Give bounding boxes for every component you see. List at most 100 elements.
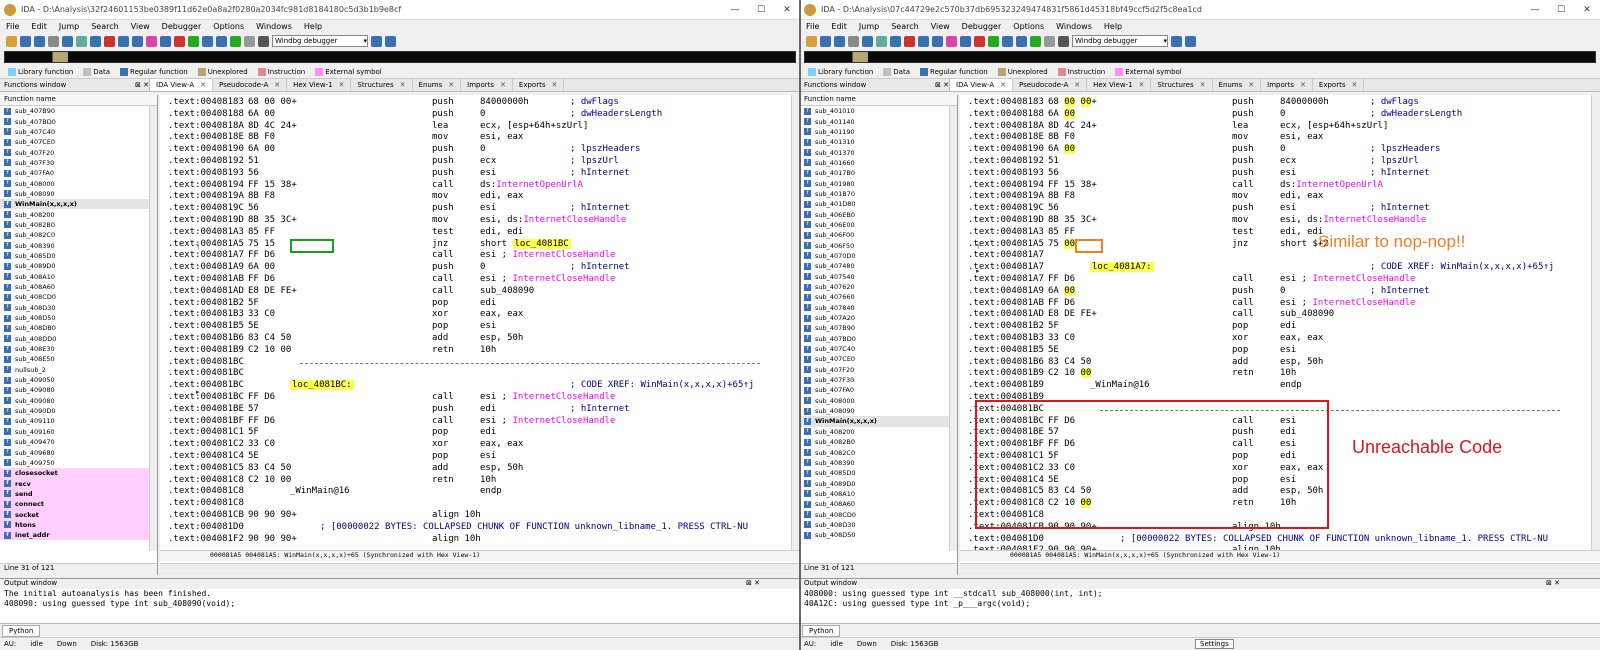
tab-enums[interactable]: Enums ✕ <box>413 79 462 91</box>
code-line[interactable]: .text:004081AB FF D6 call esi ; InternetClo… <box>960 298 1580 310</box>
close-icon[interactable]: ✕ <box>200 81 206 89</box>
function-list-item[interactable]: f sub_408A10 <box>800 489 957 499</box>
code-line[interactable]: .text:0040818E 8B F0 mov esi, eax <box>160 132 780 144</box>
code-line[interactable]: .text:004081B5 5E pop esi <box>960 345 1580 357</box>
close-icon[interactable]: ✕ <box>1000 81 1006 89</box>
code-line[interactable]: .text:0040818A 8D 4C 24+ lea ecx, [esp+64h+… <box>960 121 1580 133</box>
toolbar-button-icon[interactable] <box>160 35 171 47</box>
toolbar-button-icon[interactable] <box>118 35 129 47</box>
toolbar-button-icon[interactable] <box>932 35 943 47</box>
code-line[interactable]: .text:004081B5 5E pop esi <box>160 321 780 333</box>
function-list-item[interactable]: f sub_407620 <box>800 282 957 292</box>
code-line[interactable]: .text:00408193 56 push esi ; hInternet <box>960 168 1580 180</box>
function-list-item[interactable]: f sub_407C40 <box>800 344 957 354</box>
settings-button[interactable]: Settings <box>1195 639 1234 649</box>
function-list-item[interactable]: f sub_4070D0 <box>800 251 957 261</box>
toolbar-button-icon[interactable] <box>918 35 929 47</box>
menu-item-debugger[interactable]: Debugger <box>962 22 1002 31</box>
minimize-button[interactable]: — <box>722 5 748 15</box>
toolbar-button-icon[interactable] <box>90 35 101 47</box>
function-list-item[interactable]: f sub_407B90 <box>800 323 957 333</box>
code-line[interactable]: .text:004081BC loc_4081BC: ; CODE XREF: Wi… <box>160 380 780 392</box>
menu-item-view[interactable]: View <box>131 22 150 31</box>
function-list-item[interactable]: f sub_408DB0 <box>0 323 157 333</box>
functions-window-tab[interactable]: Functions window ⊠ ✕ <box>0 79 150 91</box>
menu-item-help[interactable]: Help <box>304 22 322 31</box>
function-list-item[interactable]: f sub_407CE0 <box>800 354 957 364</box>
code-line[interactable]: .text:004081B9 C2 10 00 retn 10h <box>960 368 1580 380</box>
menu-item-windows[interactable]: Windows <box>1056 22 1092 31</box>
code-line[interactable]: .text:004081AB FF D6 call esi ; InternetClo… <box>160 274 780 286</box>
menu-item-debugger[interactable]: Debugger <box>162 22 202 31</box>
function-list-item[interactable]: f sub_408390 <box>0 240 157 250</box>
function-list-item[interactable]: f sub_407F30 <box>0 158 157 168</box>
code-line[interactable]: .text:004081B9 _WinMain@16 endp <box>960 380 1580 392</box>
function-list-item[interactable]: f WinMain(x,x,x,x) <box>0 199 157 210</box>
code-line[interactable]: .text:004081A7 FF D6 call esi ; InternetClo… <box>960 274 1580 286</box>
code-line[interactable]: .text:004081D0 ; [00000022 BYTES: COLLAPS… <box>960 534 1580 546</box>
tab-pseudocode-a[interactable]: Pseudocode-A ✕ <box>213 79 288 91</box>
function-list-item[interactable]: f sub_409080 <box>0 396 157 406</box>
toolbar-button-icon[interactable] <box>806 35 817 47</box>
toolbar-button-icon[interactable] <box>216 35 227 47</box>
python-button[interactable]: Python <box>2 624 41 637</box>
close-button[interactable]: ✕ <box>774 5 800 15</box>
code-line[interactable]: .text:004081C5 83 C4 50 add esp, 50h <box>160 463 780 475</box>
toolbar-button-icon[interactable] <box>890 35 901 47</box>
code-line[interactable]: .text:00408183 68 00 00+ push 84000000h ; dw… <box>960 97 1580 109</box>
toolbar-button-icon[interactable] <box>1002 35 1013 47</box>
close-icon[interactable]: ⊠ ✕ <box>935 81 949 89</box>
code-line[interactable]: .text:004081A7 <box>960 250 1580 262</box>
import-list-item[interactable]: f htons <box>0 519 157 531</box>
menu-item-edit[interactable]: Edit <box>31 22 47 31</box>
toolbar-button-icon[interactable] <box>104 35 115 47</box>
minimize-button[interactable]: — <box>1522 5 1548 15</box>
function-list-item[interactable]: f sub_407480 <box>800 261 957 271</box>
attach-icon[interactable] <box>371 35 382 47</box>
code-line[interactable]: .text:004081BC FF D6 call esi ; InternetClo… <box>160 392 780 404</box>
function-list-item[interactable]: f WinMain(x,x,x,x) <box>800 416 957 427</box>
code-line[interactable]: .text:00408192 51 push ecx ; lpszUrl <box>960 156 1580 168</box>
stop-icon[interactable] <box>1058 35 1069 47</box>
tab-hex-view-1[interactable]: Hex View-1 ✕ <box>287 79 352 91</box>
code-line[interactable]: .text:004081AD E8 DE FE+ call sub_408090 <box>160 286 780 298</box>
function-list-item[interactable]: f sub_401310 <box>800 137 957 147</box>
function-list-item[interactable]: f sub_4085D0 <box>800 468 957 478</box>
function-list-item[interactable]: f sub_408D30 <box>800 520 957 530</box>
function-list-item[interactable]: f sub_408090 <box>0 189 157 199</box>
function-list-item[interactable]: f sub_409680 <box>0 447 157 457</box>
function-list-item[interactable]: f sub_401140 <box>800 116 957 126</box>
code-line[interactable]: .text:00408190 6A 00 push 0 ; lpszHeaders <box>960 144 1580 156</box>
tab-ida-view-a[interactable]: IDA View-A ✕ <box>950 79 1013 91</box>
function-list-item[interactable]: f sub_406F50 <box>800 240 957 250</box>
function-list-item[interactable]: f sub_4085D0 <box>0 251 157 261</box>
tab-imports[interactable]: Imports ✕ <box>461 79 513 91</box>
function-list-item[interactable]: f sub_406F00 <box>800 230 957 240</box>
code-line[interactable]: .text:004081B2 5F pop edi <box>160 298 780 310</box>
toolbar-button-icon[interactable] <box>188 35 199 47</box>
code-line[interactable]: .text:004081A7 FF D6 call esi ; InternetClo… <box>160 250 780 262</box>
debugger-select[interactable]: Windbg debugger ▾ <box>272 35 368 47</box>
function-list-item[interactable]: f sub_408A60 <box>800 499 957 509</box>
code-line[interactable]: .text:0040819C 56 push esi ; hInternet <box>160 203 780 215</box>
code-line[interactable]: .text:00408188 6A 00 push 0 ; dwHeadersLengt… <box>160 109 780 121</box>
close-icon[interactable]: ✕ <box>274 81 280 89</box>
function-list-item[interactable]: f sub_4082B0 <box>0 220 157 230</box>
code-line[interactable]: .text:00408194 FF 15 38+ call ds:InternetOp… <box>960 180 1580 192</box>
code-line[interactable]: .text:0040819D 8B 35 3C+ mov esi, ds:Intern… <box>960 215 1580 227</box>
code-line[interactable]: .text:00408194 FF 15 38+ call ds:InternetOp… <box>160 180 780 192</box>
code-line[interactable]: .text:004081C4 5E pop esi <box>160 451 780 463</box>
function-list-item[interactable]: f sub_408A10 <box>0 272 157 282</box>
toolbar-button-icon[interactable] <box>6 35 17 47</box>
code-line[interactable]: .text:00408192 51 push ecx ; lpszUrl <box>160 156 780 168</box>
code-line[interactable]: .text:004081C8 _WinMain@16 endp <box>160 486 780 498</box>
close-icon[interactable]: ✕ <box>1351 81 1357 89</box>
menu-item-view[interactable]: View <box>931 22 950 31</box>
toolbar-button-icon[interactable] <box>132 35 143 47</box>
function-list-item[interactable]: f sub_409080 <box>0 385 157 395</box>
toolbar-button-icon[interactable] <box>974 35 985 47</box>
code-line[interactable]: .text:004081C2 33 C0 xor eax, eax <box>160 439 780 451</box>
function-list-item[interactable]: f sub_401660 <box>800 158 957 168</box>
tab-pseudocode-a[interactable]: Pseudocode-A ✕ <box>1013 79 1088 91</box>
tab-structures[interactable]: Structures ✕ <box>351 79 413 91</box>
